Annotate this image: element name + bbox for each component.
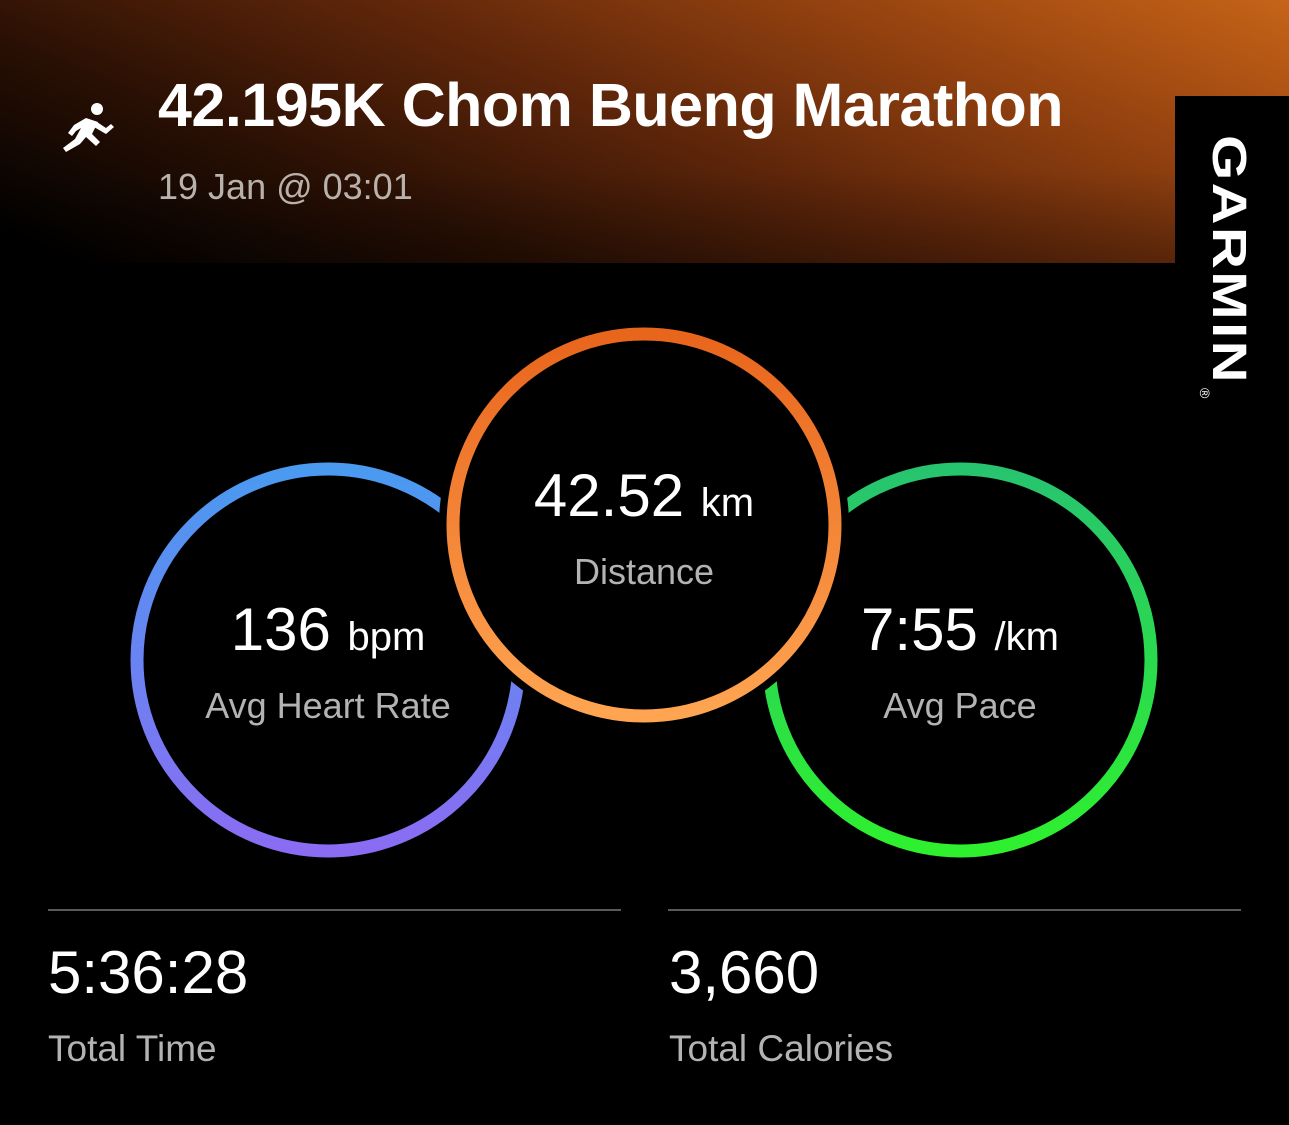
distance-label: Distance xyxy=(573,551,715,592)
heart-rate-metric[interactable]: 136 bpm Avg Heart Rate xyxy=(158,600,498,724)
distance-value: 42.52 xyxy=(533,462,685,529)
pace-unit: /km xyxy=(994,615,1059,659)
total-calories-divider xyxy=(668,909,1241,911)
total-time-divider xyxy=(48,909,621,911)
pace-metric[interactable]: 7:55 /km Avg Pace xyxy=(790,600,1130,724)
distance-unit: km xyxy=(700,481,755,525)
pace-value-line: 7:55 /km xyxy=(790,600,1130,660)
heart-rate-value-line: 136 bpm xyxy=(158,600,498,660)
distance-metric[interactable]: 42.52 km Distance xyxy=(474,466,814,590)
pace-label: Avg Pace xyxy=(883,685,1037,726)
total-calories-label: Total Calories xyxy=(669,1028,894,1069)
heart-rate-value: 136 xyxy=(230,596,331,663)
heart-rate-unit: bpm xyxy=(347,615,426,659)
heart-rate-label: Avg Heart Rate xyxy=(205,685,451,726)
total-time-label: Total Time xyxy=(48,1028,217,1069)
distance-value-line: 42.52 km xyxy=(474,466,814,526)
pace-value: 7:55 xyxy=(861,596,978,663)
total-time-value: 5:36:28 xyxy=(48,939,249,1006)
total-calories-value: 3,660 xyxy=(669,939,820,1006)
